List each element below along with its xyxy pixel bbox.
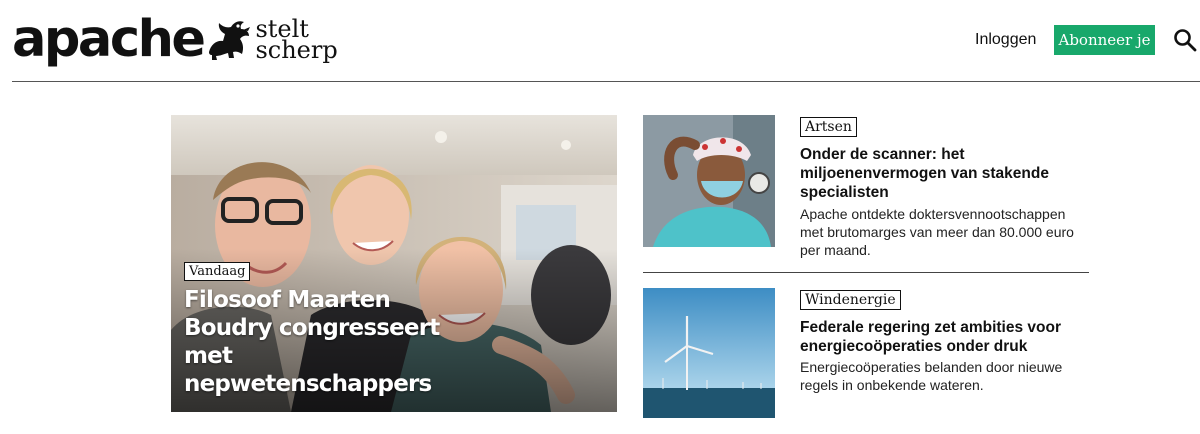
article-title[interactable]: Federale regering zet ambities voor ener…	[800, 318, 1080, 356]
login-link[interactable]: Inloggen	[975, 31, 1036, 49]
subscribe-button[interactable]: Abonneer je	[1054, 25, 1155, 55]
hero-title[interactable]: Filosoof Maarten Boudry congresseert met…	[184, 286, 484, 398]
article-category[interactable]: Artsen	[800, 117, 857, 137]
article-card[interactable]: Artsen Onder de scanner: het miljoenenve…	[643, 115, 1089, 258]
logo-wordmark: apache	[12, 9, 206, 69]
search-button[interactable]	[1172, 27, 1198, 53]
header-divider	[12, 81, 1200, 82]
hero-article[interactable]: Vandaag Filosoof Maarten Boudry congress…	[171, 115, 617, 412]
article-card[interactable]: Windenergie Federale regering zet ambiti…	[643, 288, 1089, 418]
article-title[interactable]: Onder de scanner: het miljoenenvermogen …	[800, 145, 1080, 202]
wind-turbine-photo	[643, 288, 775, 418]
logo-tagline: stelt scherp	[255, 17, 338, 64]
article-category[interactable]: Windenergie	[800, 290, 901, 310]
hero-badge: Vandaag	[184, 262, 251, 281]
article-divider	[643, 272, 1089, 273]
logo-tagline-line: scherp	[255, 36, 338, 64]
search-icon	[1174, 29, 1197, 52]
article-description: Apache ontdekte doktersvennootschappen m…	[800, 206, 1074, 258]
article-description: Energiecoöperaties belanden door nieuwe …	[800, 359, 1063, 393]
article-thumbnail	[643, 115, 775, 247]
article-thumbnail	[643, 288, 775, 418]
site-logo[interactable]: apache stelt scherp	[12, 8, 338, 70]
doctor-photo	[643, 115, 775, 247]
mascot-icon	[209, 21, 251, 60]
